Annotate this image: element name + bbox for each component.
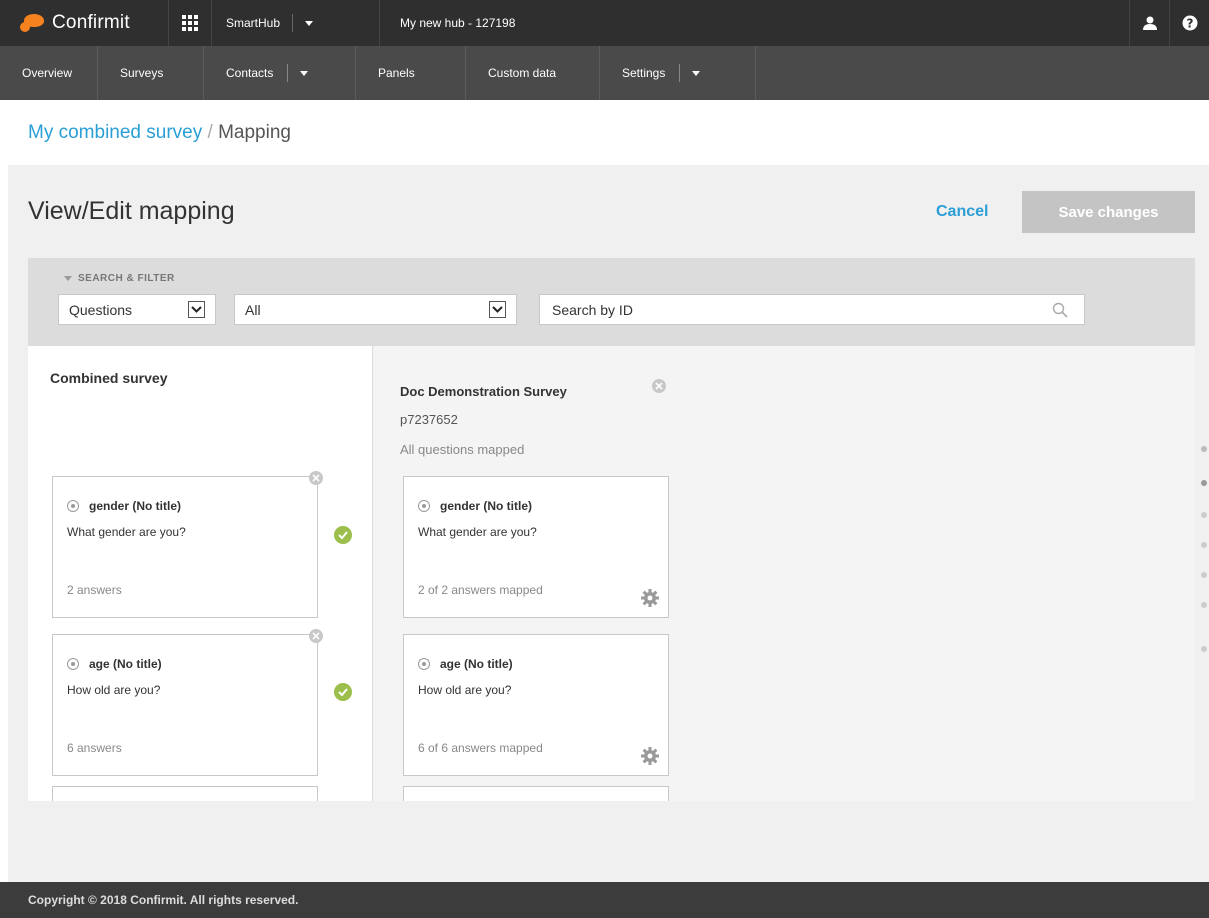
question-card[interactable]: gender (No title) What gender are you? 2… <box>403 476 669 618</box>
mapping-status: All questions mapped <box>400 442 525 457</box>
nav-surveys-label: Surveys <box>120 66 164 80</box>
radio-question-icon <box>418 658 430 670</box>
nav-settings[interactable]: Settings <box>600 46 756 100</box>
nav-overview-label: Overview <box>22 66 73 80</box>
answer-count: 6 answers <box>67 741 122 755</box>
search-filter-panel: SEARCH & FILTER Questions All <box>28 258 1195 346</box>
question-text: What gender are you? <box>67 525 186 539</box>
copyright-text: Copyright © 2018 Confirmit. All rights r… <box>28 893 299 907</box>
help-icon[interactable]: ? <box>1169 0 1209 46</box>
hub-selector-label: SmartHub <box>226 16 281 30</box>
chevron-down-icon[interactable] <box>489 301 506 318</box>
answers-mapped: 2 of 2 answers mapped <box>418 583 543 597</box>
logo-icon <box>20 14 46 32</box>
mapping-content: Combined survey gender (No title) What g… <box>28 346 1195 801</box>
search-icon[interactable] <box>1052 302 1068 321</box>
radio-question-icon <box>67 500 79 512</box>
gear-icon[interactable] <box>640 588 660 611</box>
top-bar: Confirmit SmartHub My new hub - 127198 ? <box>0 0 1209 46</box>
radio-question-icon <box>418 500 430 512</box>
chevron-down-icon[interactable] <box>188 301 205 318</box>
question-id: gender (No title) <box>89 499 181 513</box>
nav-panels-label: Panels <box>378 66 415 80</box>
confirmit-logo[interactable]: Confirmit <box>0 0 168 46</box>
filter-title: SEARCH & FILTER <box>78 273 175 284</box>
brand-name: Confirmit <box>52 12 130 33</box>
breadcrumb: My combined survey / Mapping <box>28 122 291 144</box>
breadcrumb-current: Mapping <box>218 122 291 143</box>
search-input[interactable] <box>552 295 1032 324</box>
question-id: age (No title) <box>440 657 513 671</box>
apps-grid-icon[interactable] <box>168 0 212 46</box>
type-select[interactable]: Questions <box>58 294 216 325</box>
breadcrumb-separator: / <box>202 122 219 143</box>
remove-survey-icon[interactable] <box>652 379 666 393</box>
collapse-triangle-icon <box>64 276 72 281</box>
chevron-down-icon[interactable] <box>305 20 314 26</box>
scope-select[interactable]: All <box>234 294 517 325</box>
radio-question-icon <box>67 658 79 670</box>
question-id: gender (No title) <box>440 499 532 513</box>
question-text: What gender are you? <box>418 525 537 539</box>
source-survey-name: Doc Demonstration Survey <box>400 384 567 399</box>
question-text: How old are you? <box>67 683 161 697</box>
type-select-value: Questions <box>69 301 133 318</box>
scope-select-value: All <box>245 301 261 318</box>
nav-overview[interactable]: Overview <box>0 46 98 100</box>
question-card[interactable] <box>403 786 669 801</box>
question-card[interactable]: age (No title) How old are you? 6 of 6 a… <box>403 634 669 776</box>
nav-contacts-label: Contacts <box>226 66 274 80</box>
gear-icon[interactable] <box>640 746 660 769</box>
hub-selector[interactable]: SmartHub <box>212 0 380 46</box>
user-icon[interactable] <box>1129 0 1169 46</box>
combined-survey-column: Combined survey gender (No title) What g… <box>28 346 373 801</box>
cancel-button[interactable]: Cancel <box>936 203 988 221</box>
source-survey-id: p7237652 <box>400 412 458 427</box>
combined-survey-title: Combined survey <box>50 370 168 386</box>
remove-question-icon[interactable] <box>309 471 323 485</box>
chevron-down-icon[interactable] <box>692 70 701 76</box>
remove-question-icon[interactable] <box>309 629 323 643</box>
nav-settings-label: Settings <box>622 66 666 80</box>
answer-count: 2 answers <box>67 583 122 597</box>
question-id: age (No title) <box>89 657 162 671</box>
hub-name: My new hub - 127198 <box>400 16 516 30</box>
main-nav: Overview Surveys Contacts Panels Custom … <box>0 46 1209 100</box>
filter-toggle[interactable]: SEARCH & FILTER <box>64 273 175 284</box>
mapped-check-icon <box>334 526 352 544</box>
svg-text:?: ? <box>1186 17 1193 31</box>
question-card[interactable]: age (No title) How old are you? 6 answer… <box>52 634 318 776</box>
source-survey-column: Doc Demonstration Survey p7237652 All qu… <box>374 346 1195 801</box>
nav-panels[interactable]: Panels <box>356 46 466 100</box>
question-card[interactable] <box>52 786 318 801</box>
search-box <box>539 294 1085 325</box>
question-card[interactable]: gender (No title) What gender are you? 2… <box>52 476 318 618</box>
nav-custom-data[interactable]: Custom data <box>466 46 600 100</box>
nav-custom-data-label: Custom data <box>488 66 557 80</box>
chevron-down-icon[interactable] <box>300 70 309 76</box>
mapped-check-icon <box>334 683 352 701</box>
answers-mapped: 6 of 6 answers mapped <box>418 741 543 755</box>
save-changes-button[interactable]: Save changes <box>1022 191 1195 233</box>
question-text: How old are you? <box>418 683 512 697</box>
main-panel: View/Edit mapping Cancel Save changes SE… <box>8 165 1209 882</box>
page-title: View/Edit mapping <box>28 197 235 225</box>
nav-surveys[interactable]: Surveys <box>98 46 204 100</box>
breadcrumb-link[interactable]: My combined survey <box>28 122 202 143</box>
footer: Copyright © 2018 Confirmit. All rights r… <box>0 882 1209 918</box>
nav-contacts[interactable]: Contacts <box>204 46 356 100</box>
